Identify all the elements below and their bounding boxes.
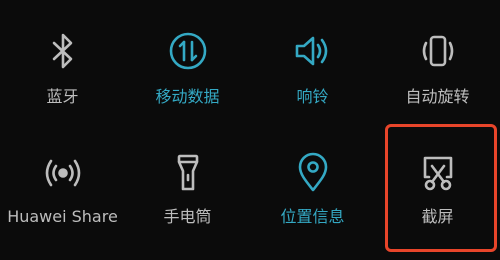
mobile-data-tile[interactable]: 移动数据 xyxy=(125,0,250,130)
flashlight-icon xyxy=(166,151,210,195)
flashlight-tile[interactable]: 手电筒 xyxy=(125,130,250,260)
screenshot-tile[interactable]: 截屏 xyxy=(375,130,500,260)
speaker-icon xyxy=(291,29,335,73)
bluetooth-label: 蓝牙 xyxy=(46,87,79,106)
flashlight-label: 手电筒 xyxy=(163,207,212,226)
ring-tile[interactable]: 响铃 xyxy=(250,0,375,130)
screenshot-label: 截屏 xyxy=(421,207,454,226)
bluetooth-tile[interactable]: 蓝牙 xyxy=(0,0,125,130)
location-tile[interactable]: 位置信息 xyxy=(250,130,375,260)
location-pin-icon xyxy=(291,151,335,195)
huawei-share-label: Huawei Share xyxy=(7,207,118,226)
huawei-share-tile[interactable]: Huawei Share xyxy=(0,130,125,260)
bluetooth-icon xyxy=(41,29,85,73)
quick-settings-panel: 蓝牙 移动数据 响铃 自动旋转 Huawei Share 手电筒 位置信息 截屏 xyxy=(0,0,500,260)
auto-rotate-icon xyxy=(416,29,460,73)
location-label: 位置信息 xyxy=(280,207,345,226)
mobile-data-label: 移动数据 xyxy=(155,87,220,106)
huawei-share-icon xyxy=(41,151,85,195)
mobile-data-icon xyxy=(166,29,210,73)
auto-rotate-label: 自动旋转 xyxy=(405,87,470,106)
auto-rotate-tile[interactable]: 自动旋转 xyxy=(375,0,500,130)
screenshot-icon xyxy=(416,151,460,195)
ring-label: 响铃 xyxy=(296,87,329,106)
